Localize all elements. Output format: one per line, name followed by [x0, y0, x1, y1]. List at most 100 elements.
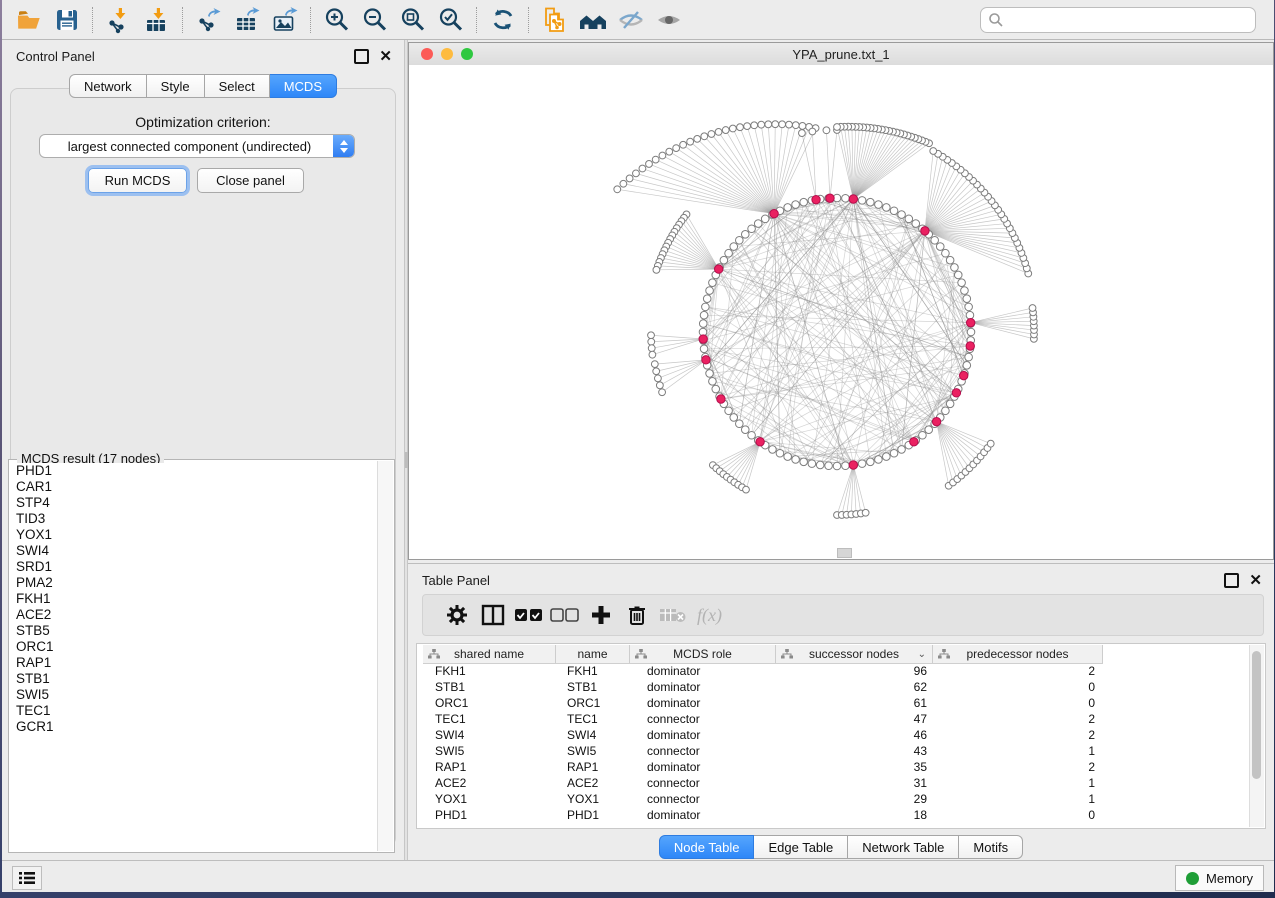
add-column-icon[interactable] — [583, 600, 619, 630]
table-cell: ACE2 — [423, 776, 556, 790]
scrollbar-thumb[interactable] — [1252, 651, 1261, 779]
table-row[interactable]: SWI4SWI4dominator462 — [423, 727, 1103, 743]
open-file-icon[interactable] — [12, 4, 46, 36]
table-row[interactable]: ACE2ACE2connector311 — [423, 775, 1103, 791]
mcds-result-item[interactable]: PHD1 — [16, 463, 378, 479]
show-columns-icon[interactable] — [475, 600, 511, 630]
pane-divider-grip[interactable] — [837, 548, 852, 558]
first-neighbors-icon[interactable] — [576, 4, 610, 36]
close-panel-button[interactable]: Close panel — [197, 168, 304, 193]
table-row[interactable]: STB1STB1dominator620 — [423, 679, 1103, 695]
hide-selected-icon[interactable] — [614, 4, 648, 36]
tab-style[interactable]: Style — [147, 74, 205, 98]
import-table-icon[interactable] — [140, 4, 174, 36]
mcds-result-list[interactable]: PHD1CAR1STP4TID3YOX1SWI4SRD1PMA2FKH1ACE2… — [10, 463, 378, 851]
mcds-result-item[interactable]: STB1 — [16, 671, 378, 687]
tab-edge-table[interactable]: Edge Table — [754, 835, 848, 859]
mcds-result-item[interactable]: TEC1 — [16, 703, 378, 719]
zoom-fit-icon[interactable] — [396, 4, 430, 36]
settings-icon[interactable] — [439, 600, 475, 630]
float-panel-icon[interactable] — [354, 49, 369, 64]
run-mcds-button[interactable]: Run MCDS — [88, 168, 187, 193]
copy-network-icon[interactable] — [538, 4, 572, 36]
mcds-result-item[interactable]: RAP1 — [16, 655, 378, 671]
tab-motifs[interactable]: Motifs — [959, 835, 1023, 859]
zoom-out-icon[interactable] — [358, 4, 392, 36]
mcds-result-item[interactable]: YOX1 — [16, 527, 378, 543]
select-all-columns-icon[interactable] — [511, 600, 547, 630]
close-panel-icon[interactable]: ✕ — [379, 51, 392, 62]
node-table: shared namenameMCDS rolesuccessor nodes⌄… — [416, 643, 1266, 829]
memory-button[interactable]: Memory — [1175, 865, 1264, 891]
table-row[interactable]: RAP1RAP1dominator352 — [423, 759, 1103, 775]
table-cell: 2 — [933, 664, 1103, 678]
optimization-criterion-dropdown[interactable]: largest connected component (undirected) — [39, 134, 355, 158]
deselect-all-columns-icon[interactable] — [547, 600, 583, 630]
tab-network[interactable]: Network — [69, 74, 147, 98]
table-cell: RAP1 — [423, 760, 556, 774]
table-cell: dominator — [630, 696, 776, 710]
table-row[interactable]: FKH1FKH1dominator962 — [423, 663, 1103, 679]
tab-select[interactable]: Select — [205, 74, 270, 98]
column-header-predecessor-nodes[interactable]: predecessor nodes — [933, 645, 1103, 663]
refresh-layout-icon[interactable] — [486, 4, 520, 36]
search-input[interactable] — [1004, 12, 1255, 29]
network-view[interactable] — [409, 65, 1273, 559]
search-field[interactable] — [980, 7, 1256, 33]
network-window-title: YPA_prune.txt_1 — [409, 47, 1273, 62]
mcds-result-item[interactable]: STB5 — [16, 623, 378, 639]
table-row[interactable]: PHD1PHD1dominator180 — [423, 807, 1103, 823]
export-table-icon[interactable] — [230, 4, 264, 36]
table-rows: FKH1FKH1dominator962STB1STB1dominator620… — [423, 663, 1103, 823]
mcds-result-item[interactable]: FKH1 — [16, 591, 378, 607]
optimization-criterion-label: Optimization criterion: — [2, 114, 404, 130]
table-row[interactable]: ORC1ORC1dominator610 — [423, 695, 1103, 711]
table-cell: ORC1 — [556, 696, 630, 710]
toolbar-separator — [182, 7, 184, 33]
zoom-in-icon[interactable] — [320, 4, 354, 36]
table-row[interactable]: TEC1TEC1connector472 — [423, 711, 1103, 727]
mcds-result-item[interactable]: ACE2 — [16, 607, 378, 623]
tab-node-table[interactable]: Node Table — [659, 835, 755, 859]
table-cell: connector — [630, 712, 776, 726]
mcds-result-item[interactable]: CAR1 — [16, 479, 378, 495]
mcds-result-item[interactable]: SWI5 — [16, 687, 378, 703]
network-canvas[interactable] — [409, 65, 1273, 559]
table-cell: 1 — [933, 792, 1103, 806]
mcds-result-item[interactable]: SRD1 — [16, 559, 378, 575]
show-all-icon[interactable] — [652, 4, 686, 36]
export-image-icon[interactable] — [268, 4, 302, 36]
column-header-MCDS-role[interactable]: MCDS role — [630, 645, 776, 663]
mcds-result-scrollbar[interactable] — [377, 461, 393, 851]
table-scrollbar[interactable] — [1249, 645, 1264, 827]
mcds-result-box: MCDS result (17 nodes) PHD1CAR1STP4TID3Y… — [8, 459, 395, 853]
save-session-icon[interactable] — [50, 4, 84, 36]
delete-table-icon — [655, 600, 691, 630]
export-network-icon[interactable] — [192, 4, 226, 36]
close-panel-icon[interactable]: ✕ — [1249, 575, 1262, 586]
column-header-shared-name[interactable]: shared name — [423, 645, 556, 663]
mcds-result-item[interactable]: PMA2 — [16, 575, 378, 591]
table-cell: dominator — [630, 728, 776, 742]
column-header-name[interactable]: name — [556, 645, 630, 663]
float-panel-icon[interactable] — [1224, 573, 1239, 588]
table-row[interactable]: SWI5SWI5connector431 — [423, 743, 1103, 759]
zoom-selected-icon[interactable] — [434, 4, 468, 36]
status-menu-button[interactable] — [12, 866, 42, 890]
column-header-successor-nodes[interactable]: successor nodes⌄ — [776, 645, 933, 663]
mcds-result-item[interactable]: STP4 — [16, 495, 378, 511]
table-cell: dominator — [630, 808, 776, 822]
mcds-result-item[interactable]: GCR1 — [16, 719, 378, 735]
delete-column-icon[interactable] — [619, 600, 655, 630]
table-cell: dominator — [630, 680, 776, 694]
network-window-titlebar[interactable]: YPA_prune.txt_1 — [409, 43, 1273, 66]
import-network-icon[interactable] — [102, 4, 136, 36]
mcds-result-item[interactable]: ORC1 — [16, 639, 378, 655]
mcds-result-item[interactable]: SWI4 — [16, 543, 378, 559]
dropdown-value: largest connected component (undirected) — [40, 139, 333, 154]
mcds-result-item[interactable]: TID3 — [16, 511, 378, 527]
table-row[interactable]: YOX1YOX1connector291 — [423, 791, 1103, 807]
tab-network-table[interactable]: Network Table — [848, 835, 959, 859]
table-cell: YOX1 — [556, 792, 630, 806]
tab-mcds[interactable]: MCDS — [270, 74, 337, 98]
